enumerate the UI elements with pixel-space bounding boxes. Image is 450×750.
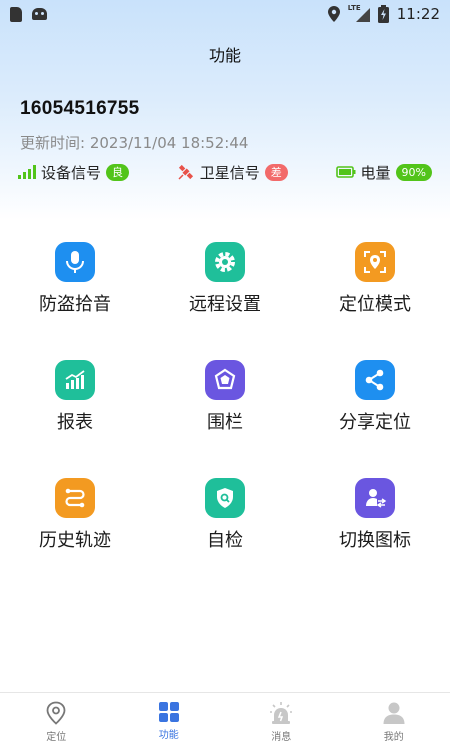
battery-status: 电量 90%: [335, 162, 432, 183]
tab-label: 我的: [383, 732, 404, 743]
gear-icon: [205, 242, 245, 282]
report-chart-icon: [55, 360, 95, 400]
battery-label: 电量: [360, 163, 391, 182]
satellite-icon: [178, 164, 193, 180]
page-title: 功能: [208, 46, 241, 65]
tab-mine[interactable]: 我的: [338, 693, 450, 750]
function-remote-settings[interactable]: 远程设置: [150, 242, 300, 322]
function-anti-theft-listen[interactable]: 防盗拾音: [0, 242, 150, 322]
signal-bars-icon: [18, 165, 36, 179]
device-signal-label: 设备信号: [41, 163, 102, 182]
function-fence[interactable]: 围栏: [150, 360, 300, 440]
person-icon: [383, 702, 405, 724]
battery-charging-icon: [377, 5, 389, 23]
function-location-mode[interactable]: 定位模式: [300, 242, 450, 322]
share-icon: [355, 360, 395, 400]
location-status-icon: [327, 6, 340, 22]
satellite-signal-badge: 差: [264, 163, 288, 181]
lte-signal-icon: LTE: [348, 4, 370, 22]
satellite-signal-status: 卫星信号 差: [177, 162, 288, 183]
function-label: 远程设置: [189, 294, 261, 315]
grid-icon: [158, 702, 179, 722]
function-label: 切换图标: [339, 530, 411, 551]
android-icon: [32, 8, 47, 20]
tab-location[interactable]: 定位: [0, 693, 113, 750]
status-bar: LTE 11:22: [0, 0, 450, 28]
microphone-icon: [55, 242, 95, 282]
battery-level-icon: [335, 166, 356, 178]
fence-polygon-icon: [205, 360, 245, 400]
function-report[interactable]: 报表: [0, 360, 150, 440]
device-signal-badge: 良: [106, 163, 130, 181]
route-icon: [55, 478, 95, 518]
self-check-shield-icon: [205, 478, 245, 518]
function-label: 历史轨迹: [39, 530, 111, 551]
function-switch-icon[interactable]: 切换图标: [300, 478, 450, 558]
bottom-tab-bar: 定位 功能 消息 我的: [0, 692, 450, 750]
clock: 11:22: [396, 5, 440, 23]
device-number: 16054516755: [20, 98, 140, 119]
tab-label: 定位: [46, 732, 67, 743]
device-status-row: 设备信号 良 卫星信号 差 电量 90%: [18, 160, 432, 184]
function-label: 防盗拾音: [39, 294, 111, 315]
update-time: 更新时间: 2023/11/04 18:52:44: [20, 134, 249, 152]
location-frame-icon: [355, 242, 395, 282]
tab-label: 消息: [271, 732, 292, 743]
device-signal-status: 设备信号 良: [18, 162, 130, 183]
satellite-signal-label: 卫星信号: [199, 163, 260, 182]
tab-functions[interactable]: 功能: [113, 693, 226, 750]
function-label: 分享定位: [339, 412, 411, 433]
function-label: 报表: [57, 412, 93, 433]
function-grid: 防盗拾音 远程设置 定位模式 报表 围栏 分享定位 历史轨迹 自检 切换图标: [0, 242, 450, 558]
function-label: 定位模式: [339, 294, 411, 315]
function-label: 自检: [207, 530, 243, 551]
alarm-icon: [270, 702, 293, 724]
tab-messages[interactable]: 消息: [225, 693, 338, 750]
switch-user-icon: [355, 478, 395, 518]
tab-label: 功能: [158, 730, 179, 741]
function-label: 围栏: [207, 412, 243, 433]
sd-card-icon: [10, 6, 22, 22]
function-self-check[interactable]: 自检: [150, 478, 300, 558]
function-share-location[interactable]: 分享定位: [300, 360, 450, 440]
location-pin-icon: [46, 701, 66, 725]
battery-badge: 90%: [395, 163, 432, 181]
function-history-track[interactable]: 历史轨迹: [0, 478, 150, 558]
